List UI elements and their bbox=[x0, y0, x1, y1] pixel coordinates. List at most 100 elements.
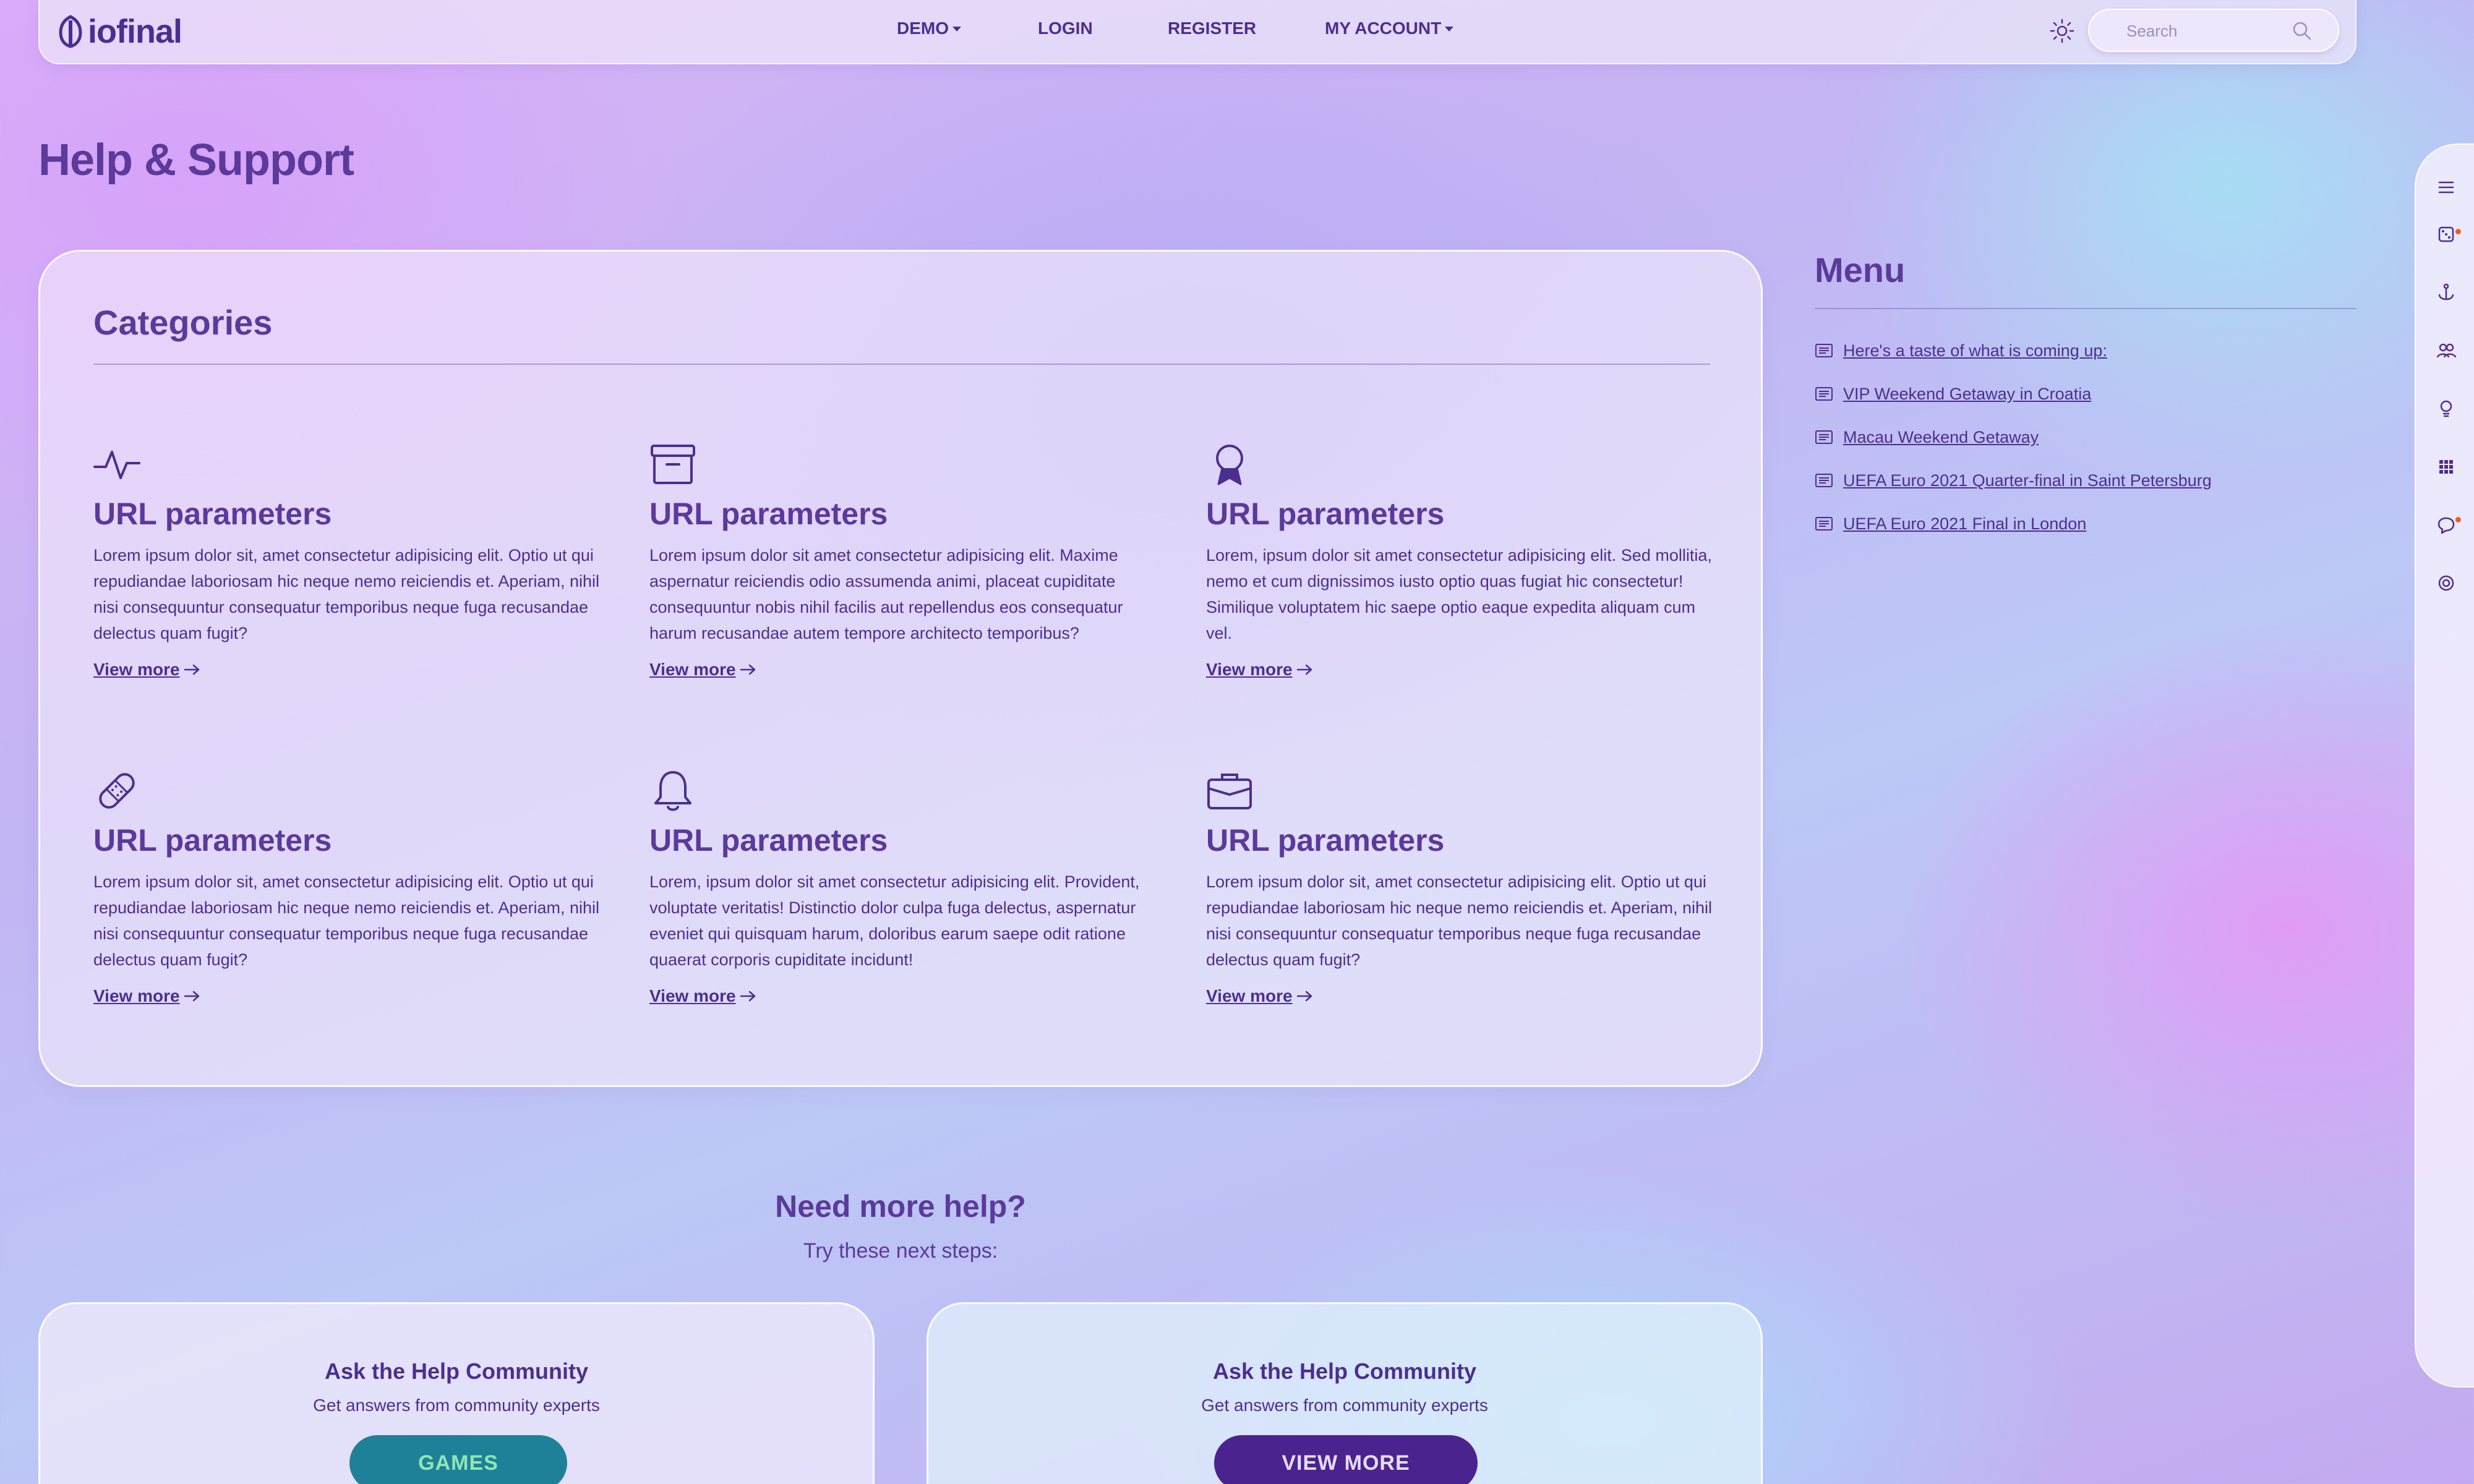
category-item: URL parameters Lorem ipsum dolor sit ame… bbox=[649, 442, 1163, 680]
notification-dot bbox=[2455, 229, 2461, 234]
category-description: Lorem ipsum dolor sit, amet consectetur … bbox=[93, 872, 599, 969]
help-card-subtitle: Get answers from community experts bbox=[313, 1396, 600, 1415]
view-more-link[interactable]: View more bbox=[649, 986, 757, 1006]
menu-item-label: UEFA Euro 2021 Final in London bbox=[1843, 514, 2087, 533]
help-title: Need more help? bbox=[775, 1189, 1026, 1224]
category-title: URL parameters bbox=[1206, 497, 1445, 531]
view-more-label: View more bbox=[649, 986, 736, 1005]
category-description: Lorem ipsum dolor sit amet consectetur a… bbox=[649, 546, 1123, 642]
caret-down-icon bbox=[1445, 27, 1454, 32]
menu-item[interactable]: VIP Weekend Getaway in Croatia bbox=[1815, 372, 2212, 416]
nav-login-link[interactable]: LOGIN bbox=[1038, 19, 1093, 38]
article-icon bbox=[1815, 387, 1833, 401]
sun-theme-toggle-icon[interactable] bbox=[2048, 17, 2076, 45]
bell-icon bbox=[654, 771, 691, 811]
category-description: Lorem, ipsum dolor sit amet consectetur … bbox=[649, 872, 1140, 969]
view-more-label: View more bbox=[93, 986, 180, 1005]
arrow-right-icon bbox=[184, 991, 199, 1002]
users-icon[interactable] bbox=[2436, 340, 2457, 361]
target-icon[interactable] bbox=[2436, 573, 2457, 594]
help-card-subtitle: Get answers from community experts bbox=[1201, 1396, 1488, 1415]
grid-icon[interactable] bbox=[2436, 456, 2457, 477]
archive-icon bbox=[651, 445, 695, 484]
article-icon bbox=[1815, 517, 1833, 531]
help-card: Ask the Help Community Get answers from … bbox=[927, 1302, 1763, 1484]
view-more-label: View more bbox=[649, 660, 736, 679]
help-card: Ask the Help Community Get answers from … bbox=[38, 1302, 875, 1484]
divider bbox=[93, 364, 1710, 365]
category-title: URL parameters bbox=[649, 823, 888, 858]
search-input[interactable] bbox=[2126, 19, 2287, 43]
iofinal-logo-icon bbox=[59, 15, 82, 48]
activity-icon bbox=[93, 451, 140, 479]
casino-icon[interactable] bbox=[2436, 224, 2457, 245]
menu-item-label: Macau Weekend Getaway bbox=[1843, 427, 2039, 446]
help-card-title: Ask the Help Community bbox=[1212, 1358, 1477, 1384]
lightbulb-icon[interactable] bbox=[2436, 398, 2457, 419]
view-more-link[interactable]: View more bbox=[93, 986, 201, 1006]
nav-account-label: MY ACCOUNT bbox=[1325, 19, 1442, 38]
menu-item-label: VIP Weekend Getaway in Croatia bbox=[1843, 384, 2092, 403]
arrow-right-icon bbox=[184, 664, 199, 675]
help-subtitle: Try these next steps: bbox=[803, 1239, 998, 1263]
category-description: Lorem ipsum dolor sit, amet consectetur … bbox=[1206, 872, 1712, 969]
category-title: URL parameters bbox=[93, 497, 332, 531]
page-title: Help & Support bbox=[38, 135, 354, 185]
category-item: URL parameters Lorem ipsum dolor sit, am… bbox=[93, 442, 607, 680]
top-navbar: iofinal DEMO LOGIN REGISTER MY ACCOUNT bbox=[38, 0, 2356, 64]
category-description: Lorem ipsum dolor sit, amet consectetur … bbox=[93, 546, 599, 642]
view-more-label: View more bbox=[1206, 660, 1293, 679]
article-icon bbox=[1815, 474, 1833, 487]
games-button[interactable]: GAMES bbox=[349, 1435, 567, 1484]
menu-item-label: Here's a taste of what is coming up: bbox=[1843, 341, 2107, 360]
award-icon bbox=[1216, 445, 1243, 485]
menu-item[interactable]: Macau Weekend Getaway bbox=[1815, 416, 2212, 459]
arrow-right-icon bbox=[740, 664, 755, 675]
nav-demo-label: DEMO bbox=[897, 19, 949, 38]
nav-my-account-dropdown[interactable]: MY ACCOUNT bbox=[1325, 19, 1454, 38]
view-more-button[interactable]: VIEW MORE bbox=[1214, 1435, 1478, 1484]
bandage-icon bbox=[99, 773, 135, 809]
category-item: URL parameters Lorem ipsum dolor sit, am… bbox=[93, 769, 607, 1006]
category-item: URL parameters Lorem, ipsum dolor sit am… bbox=[1206, 442, 1719, 680]
notification-dot bbox=[2455, 517, 2461, 522]
view-more-link[interactable]: View more bbox=[93, 660, 201, 680]
divider bbox=[1815, 308, 2356, 309]
menu-list: Here's a taste of what is coming up: VIP… bbox=[1815, 329, 2212, 545]
categories-card: Categories URL parameters Lorem ipsum do… bbox=[38, 250, 1763, 1087]
view-more-label: View more bbox=[1206, 986, 1293, 1005]
view-more-link[interactable]: View more bbox=[1206, 986, 1314, 1006]
view-more-label: View more bbox=[93, 660, 180, 679]
view-more-link[interactable]: View more bbox=[1206, 660, 1314, 680]
nav-register-link[interactable]: REGISTER bbox=[1168, 19, 1256, 38]
category-title: URL parameters bbox=[1206, 823, 1445, 858]
anchor-icon[interactable] bbox=[2436, 282, 2457, 303]
article-icon bbox=[1815, 344, 1833, 357]
brand-name: iofinal bbox=[88, 13, 182, 50]
category-title: URL parameters bbox=[649, 497, 888, 531]
menu-item[interactable]: UEFA Euro 2021 Final in London bbox=[1815, 502, 2212, 545]
right-tool-rail bbox=[2415, 143, 2474, 1388]
arrow-right-icon bbox=[740, 991, 755, 1002]
search-box bbox=[2088, 9, 2339, 52]
menu-item-label: UEFA Euro 2021 Quarter-final in Saint Pe… bbox=[1843, 471, 2212, 490]
menu-item[interactable]: UEFA Euro 2021 Quarter-final in Saint Pe… bbox=[1815, 459, 2212, 502]
caret-down-icon bbox=[952, 27, 961, 32]
category-title: URL parameters bbox=[93, 823, 332, 858]
article-icon bbox=[1815, 430, 1833, 444]
menu-title: Menu bbox=[1815, 250, 1906, 289]
brand-logo[interactable]: iofinal bbox=[57, 11, 182, 52]
view-more-link[interactable]: View more bbox=[649, 660, 757, 680]
nav-demo-dropdown[interactable]: DEMO bbox=[897, 19, 961, 38]
category-item: URL parameters Lorem ipsum dolor sit, am… bbox=[1206, 769, 1719, 1006]
search-icon[interactable] bbox=[2291, 20, 2313, 42]
categories-title: Categories bbox=[93, 303, 273, 342]
nav-register-label: REGISTER bbox=[1168, 19, 1257, 38]
menu-item[interactable]: Here's a taste of what is coming up: bbox=[1815, 329, 2212, 372]
hamburger-menu-icon[interactable] bbox=[2436, 177, 2457, 198]
nav-login-label: LOGIN bbox=[1038, 19, 1093, 38]
help-card-title: Ask the Help Community bbox=[324, 1358, 589, 1384]
briefcase-icon bbox=[1207, 774, 1252, 809]
chat-icon[interactable] bbox=[2436, 514, 2457, 535]
category-description: Lorem, ipsum dolor sit amet consectetur … bbox=[1206, 546, 1712, 642]
